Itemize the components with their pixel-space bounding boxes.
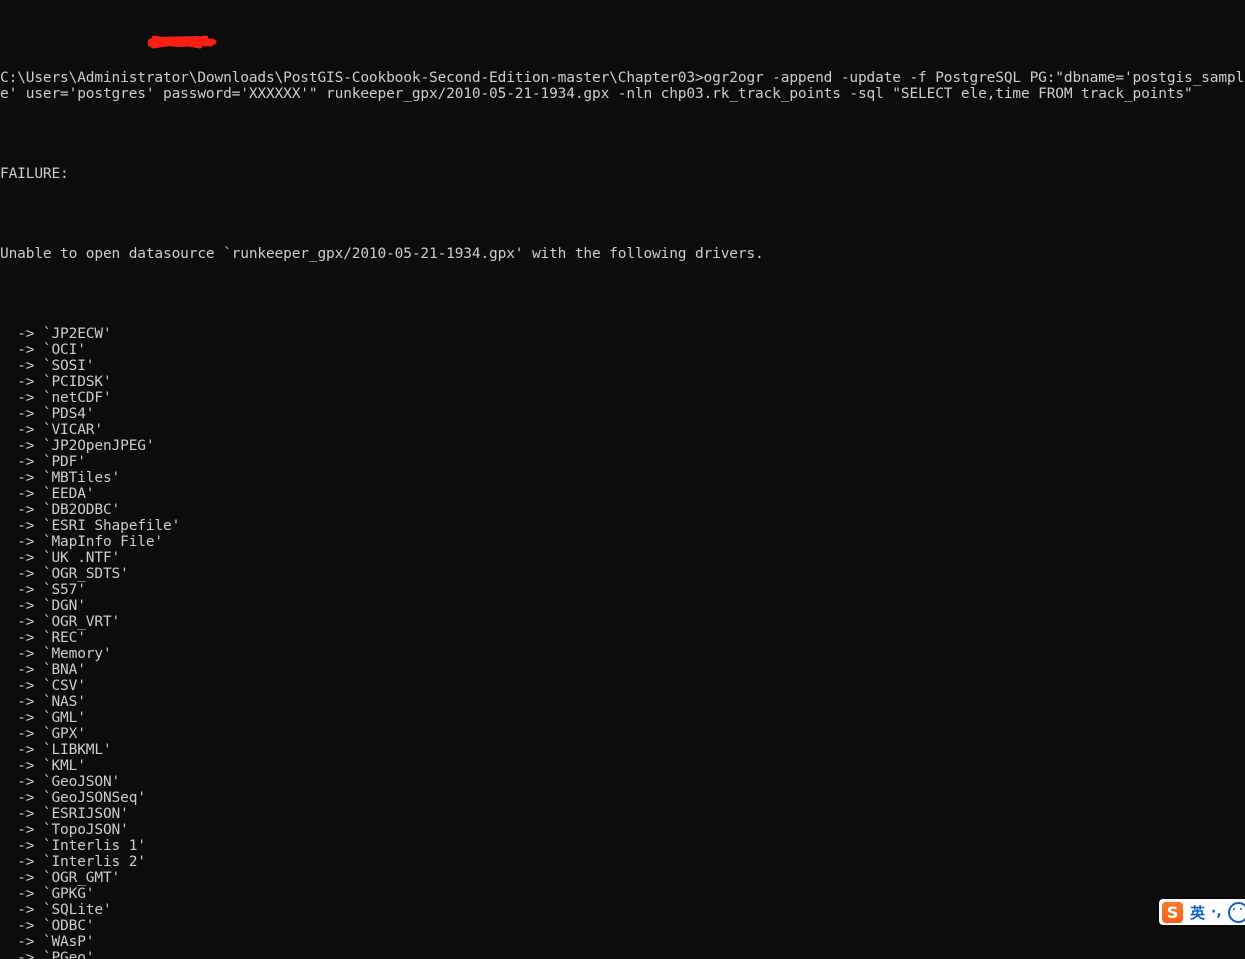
driver-list-item: -> `ODBC': [0, 918, 95, 934]
driver-list-item: -> `SQLite': [0, 902, 112, 918]
driver-list-item: -> `JP2ECW': [0, 326, 112, 342]
driver-list-item: -> `OGR_SDTS': [0, 566, 129, 582]
command-prompt-window[interactable]: C:\Users\Administrator\Downloads\PostGIS…: [0, 0, 1245, 959]
driver-list-item: -> `GPX': [0, 726, 86, 742]
driver-list-item: -> `PDS4': [0, 406, 95, 422]
driver-list-item: -> `NAS': [0, 694, 86, 710]
console-output-area[interactable]: C:\Users\Administrator\Downloads\PostGIS…: [0, 6, 1245, 959]
driver-list-item: -> `MBTiles': [0, 470, 121, 486]
ime-emoji-icon[interactable]: [1227, 901, 1245, 923]
driver-list-item: -> `KML': [0, 758, 86, 774]
driver-list-item: -> `GPKG': [0, 886, 95, 902]
driver-list-item: -> `S57': [0, 582, 86, 598]
sogou-logo-icon[interactable]: S: [1162, 901, 1183, 923]
driver-list-item: -> `SOSI': [0, 358, 95, 374]
driver-list-item: -> `GeoJSON': [0, 774, 121, 790]
driver-list-item: -> `UK .NTF': [0, 550, 121, 566]
driver-list-item: -> `GML': [0, 710, 86, 726]
driver-list-item: -> `VICAR': [0, 422, 103, 438]
driver-list-item: -> `JP2OpenJPEG': [0, 438, 155, 454]
driver-list-item: -> `ESRIJSON': [0, 806, 129, 822]
driver-list-item: -> `OCI': [0, 342, 86, 358]
driver-list-item: -> `WAsP': [0, 934, 95, 950]
driver-list-item: -> `TopoJSON': [0, 822, 129, 838]
driver-list-item: -> `Memory': [0, 646, 112, 662]
failure-label: FAILURE:: [0, 166, 69, 182]
driver-list-item: -> `ESRI Shapefile': [0, 518, 181, 534]
driver-list-item: -> `LIBKML': [0, 742, 112, 758]
driver-list-item: -> `Interlis 2': [0, 854, 146, 870]
driver-list-item: -> `OGR_GMT': [0, 870, 121, 886]
driver-list-item: -> `EEDA': [0, 486, 95, 502]
driver-list-item: -> `PGeo': [0, 950, 95, 959]
driver-list: -> `JP2ECW' -> `OCI' -> `SOSI' -> `PCIDS…: [0, 326, 1245, 959]
driver-list-item: -> `DGN': [0, 598, 86, 614]
ime-language-mode-button[interactable]: 英: [1190, 902, 1205, 923]
driver-list-item: -> `DB2ODBC': [0, 502, 121, 518]
driver-list-item: -> `MapInfo File': [0, 534, 164, 550]
driver-list-item: -> `PDF': [0, 454, 86, 470]
driver-list-item: -> `REC': [0, 630, 86, 646]
command-input-line[interactable]: C:\Users\Administrator\Downloads\PostGIS…: [0, 70, 1245, 102]
sogou-ime-toolbar[interactable]: S 英 ·,: [1159, 899, 1245, 925]
failure-message: Unable to open datasource `runkeeper_gpx…: [0, 246, 764, 262]
ime-punctuation-button[interactable]: ·,: [1211, 904, 1222, 920]
driver-list-item: -> `GeoJSONSeq': [0, 790, 146, 806]
driver-list-item: -> `OGR_VRT': [0, 614, 121, 630]
driver-list-item: -> `CSV': [0, 678, 86, 694]
driver-list-item: -> `Interlis 1': [0, 838, 146, 854]
driver-list-item: -> `netCDF': [0, 390, 112, 406]
driver-list-item: -> `PCIDSK': [0, 374, 112, 390]
driver-list-item: -> `BNA': [0, 662, 86, 678]
